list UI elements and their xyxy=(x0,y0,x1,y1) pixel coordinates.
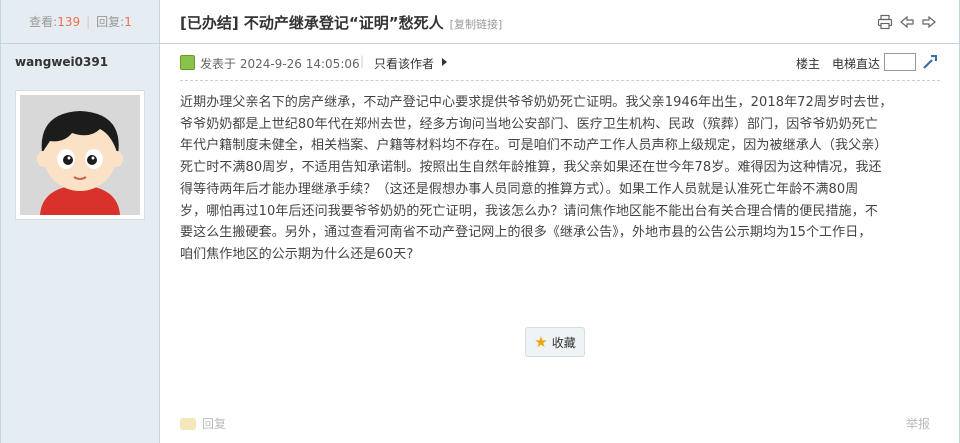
post-line: 得等待两年后才能办理继承手续？（这还是假想办事人员同意的推算方式）。如果工作人员… xyxy=(180,181,859,197)
post-line: 咱们焦作地区的公示期为什么还是60天? xyxy=(180,246,414,262)
floor-jump-label: 电梯直达 xyxy=(832,57,881,71)
thread-title-text: [已办结] 不动产继承登记“证明”愁死人 xyxy=(180,14,444,32)
replies-label: 回复: xyxy=(96,15,125,29)
prev-icon[interactable] xyxy=(899,14,915,30)
star-icon: ★ xyxy=(534,332,548,351)
post-content: 近期办理父亲名下的房产继承，不动产登记中心要求提供爷爷奶奶死亡证明。我父亲194… xyxy=(180,92,940,266)
author-sidebar: 查看: 139 | 回复: 1 wangwei0391 xyxy=(1,0,160,443)
meta-divider-line xyxy=(180,80,940,81)
header-tools xyxy=(877,14,937,30)
next-icon[interactable] xyxy=(921,14,937,30)
reply-button[interactable]: 回复 xyxy=(180,415,226,432)
floor-jump-input[interactable] xyxy=(884,53,916,71)
post-meta: 发表于 2024-9-26 14:05:06 | 只看该作者 楼主 电梯直达 xyxy=(180,53,940,73)
only-author-link[interactable]: 只看该作者 xyxy=(374,55,434,72)
avatar-cartoon-icon xyxy=(20,95,140,215)
thread-title: [已办结] 不动产继承登记“证明”愁死人 [复制链接] xyxy=(180,12,502,33)
meta-divider: | xyxy=(360,54,365,68)
post-line: 岁，哪怕再过10年后还问我要爷爷奶奶的死亡证明，我该怎么办？请问焦作地区能不能出… xyxy=(180,203,878,219)
avatar[interactable] xyxy=(15,90,145,220)
views-count: 139 xyxy=(57,14,81,29)
stats-divider: | xyxy=(86,14,91,29)
post-line: 死亡时不满80周岁，不适用告知承诺制。按照出生自然年龄推算，我父亲如果还在世今年… xyxy=(180,160,882,176)
views-label: 查看: xyxy=(29,15,58,29)
play-arrow-icon xyxy=(442,58,447,66)
online-status-icon xyxy=(180,55,195,70)
report-link[interactable]: 举报 xyxy=(906,415,930,432)
favorite-label: 收藏 xyxy=(551,335,576,350)
post-line: 要这么生搬硬套。另外，通过查看河南省不动产登记网上的很多《继承公告》，外地市县的… xyxy=(180,225,872,241)
replies-count: 1 xyxy=(124,14,132,29)
go-icon[interactable] xyxy=(922,54,938,70)
print-icon[interactable] xyxy=(877,14,893,30)
copy-link-button[interactable]: [复制链接] xyxy=(450,18,503,31)
post-line: 近期办理父亲名下的房产继承，不动产登记中心要求提供爷爷奶奶死亡证明。我父亲194… xyxy=(180,95,893,110)
reply-label: 回复 xyxy=(202,417,227,431)
reply-bubble-icon xyxy=(180,417,196,430)
floor-label: 楼主 xyxy=(796,57,821,71)
favorite-button[interactable]: ★ 收藏 xyxy=(525,327,585,357)
post-line: 爷爷奶奶都是上世纪80年代在郑州去世，经多方询问当地公安部门、医疗卫生机构、民政… xyxy=(180,116,878,132)
post-date: 发表于 2024-9-26 14:05:06 xyxy=(200,57,360,71)
post-line: 年代户籍制度未健全，相关档案、户籍等材料均不存在。可是咱们不动产工作人员声称上级… xyxy=(180,138,888,154)
thread-header: [已办结] 不动产继承登记“证明”愁死人 [复制链接] xyxy=(160,0,959,44)
author-name[interactable]: wangwei0391 xyxy=(15,55,108,69)
thread-stats: 查看: 139 | 回复: 1 xyxy=(1,0,160,44)
